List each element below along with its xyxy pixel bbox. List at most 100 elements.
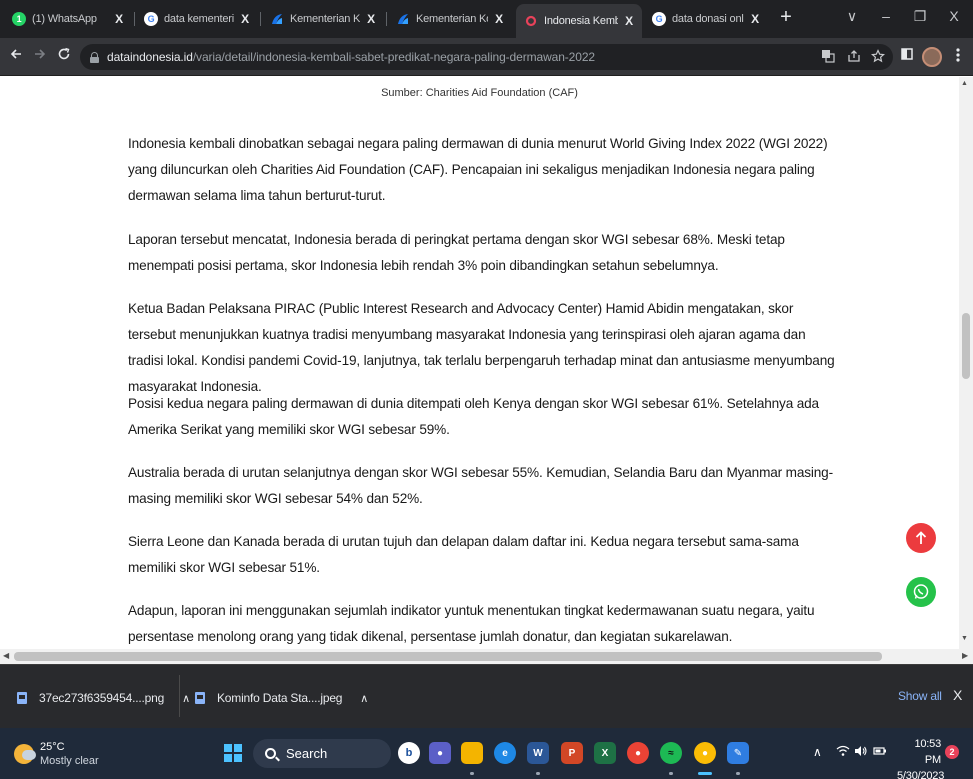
show-all-downloads-link[interactable]: Show all [898, 689, 942, 703]
spotify-icon[interactable]: ≈ [660, 742, 682, 764]
chrome-active-icon[interactable]: ● [694, 742, 716, 764]
battery-icon[interactable] [873, 745, 887, 760]
notification-badge[interactable]: 2 [945, 745, 959, 759]
close-icon[interactable]: X [364, 12, 378, 26]
tab-kominfo-1[interactable]: Kementerian Komu X [262, 6, 384, 32]
browser-toolbar: dataindonesia.id/varia/detail/indonesia-… [0, 38, 973, 76]
horizontal-scrollbar[interactable]: ◀ ▶ [0, 649, 973, 664]
windows-logo-icon [224, 744, 232, 752]
tray-overflow-chevron-icon[interactable]: ∧ [813, 745, 822, 759]
chevron-up-icon[interactable]: ∧ [360, 692, 368, 705]
kominfo-icon [396, 12, 410, 26]
restore-button[interactable]: ❐ [910, 8, 930, 25]
image-file-icon [17, 692, 27, 704]
horizontal-scroll-thumb[interactable] [14, 652, 882, 661]
scroll-right-arrow-icon[interactable]: ▶ [962, 651, 968, 660]
scroll-left-arrow-icon[interactable]: ◀ [3, 651, 9, 660]
close-icon[interactable]: X [492, 12, 506, 26]
window-close-button[interactable]: X [944, 8, 964, 24]
scroll-to-top-button[interactable] [906, 523, 936, 553]
weather-temperature: 25°C [40, 741, 65, 753]
url-host: dataindonesia.id [107, 50, 193, 64]
close-icon[interactable]: X [748, 12, 762, 26]
clock-date: 5/30/2023 [897, 770, 945, 779]
article-paragraph-7: Adapun, laporan ini menggunakan sejumlah… [128, 603, 815, 644]
active-window-indicator [698, 772, 712, 775]
tab-dataindonesia-active[interactable]: Indonesia Kembali X [516, 4, 642, 38]
download-filename: 37ec273f6359454....png [39, 691, 165, 705]
teams-chat-icon[interactable]: ● [429, 742, 451, 764]
download-item-jpeg[interactable]: Kominfo Data Sta....jpeg ∧ [195, 687, 368, 709]
windows-logo-icon [234, 744, 242, 752]
powerpoint-icon[interactable]: P [561, 742, 583, 764]
translate-icon[interactable] [820, 49, 836, 65]
download-separator [179, 675, 180, 717]
photo-editor-icon[interactable]: ✎ [727, 742, 749, 764]
tab-search-chevron-icon[interactable]: ∨ [842, 8, 862, 25]
article-paragraph-1: Indonesia kembali dinobatkan sebagai neg… [128, 136, 828, 203]
start-button[interactable] [224, 744, 242, 762]
address-bar[interactable]: dataindonesia.id/varia/detail/indonesia-… [80, 44, 893, 70]
article-paragraph-4: Posisi kedua negara paling dermawan di d… [128, 396, 819, 437]
running-indicator [536, 772, 540, 775]
tab-google-search-2[interactable]: G data donasi online X [644, 6, 768, 32]
profile-avatar[interactable] [922, 47, 942, 67]
page-content: Sumber: Charities Aid Foundation (CAF) I… [0, 77, 959, 649]
running-indicator [470, 772, 474, 775]
arrow-right-icon [35, 49, 46, 59]
tab-title: data donasi online [672, 13, 744, 25]
volume-icon[interactable] [854, 745, 868, 760]
tab-whatsapp[interactable]: 1 (1) WhatsApp X [4, 6, 132, 32]
reload-button[interactable] [54, 47, 74, 67]
tab-strip: 1 (1) WhatsApp X G data kementerian k X … [0, 0, 973, 38]
search-label: Search [286, 746, 328, 761]
vertical-scrollbar[interactable]: ▲ ▼ [959, 77, 973, 649]
image-file-icon [195, 692, 205, 704]
scroll-down-arrow-icon[interactable]: ▼ [961, 635, 968, 642]
chrome-icon[interactable]: ● [627, 742, 649, 764]
close-icon[interactable]: X [622, 14, 636, 28]
close-icon[interactable]: X [238, 12, 252, 26]
tab-separator [260, 12, 261, 26]
url-text[interactable]: dataindonesia.id/varia/detail/indonesia-… [107, 50, 595, 64]
vertical-scroll-thumb[interactable] [962, 313, 970, 379]
article-paragraph-5: Australia berada di urutan selanjutnya d… [128, 465, 833, 506]
forward-button[interactable] [30, 47, 50, 67]
tab-kominfo-2[interactable]: Kementerian Komu X [388, 6, 512, 32]
tab-title: Kementerian Komu [416, 13, 488, 25]
minimize-button[interactable]: – [876, 8, 896, 24]
tab-title: data kementerian k [164, 13, 234, 25]
arrow-left-icon [10, 49, 21, 59]
bookmark-star-icon[interactable] [870, 49, 886, 65]
download-item-png[interactable]: 37ec273f6359454....png ∧ [17, 687, 190, 709]
copilot-icon[interactable]: b [398, 742, 420, 764]
weather-widget[interactable]: 25°C Mostly clear [14, 740, 99, 768]
chevron-up-icon[interactable]: ∧ [182, 692, 190, 705]
wifi-icon[interactable] [836, 745, 850, 760]
close-icon[interactable]: X [112, 12, 126, 26]
kominfo-icon [270, 12, 284, 26]
close-downloads-button[interactable]: X [953, 687, 962, 703]
share-icon[interactable] [846, 49, 862, 65]
whatsapp-share-button[interactable] [906, 577, 936, 607]
scroll-up-arrow-icon[interactable]: ▲ [961, 80, 968, 87]
back-button[interactable] [6, 47, 26, 67]
article-paragraph-3: Ketua Badan Pelaksana PIRAC (Public Inte… [128, 301, 835, 394]
taskbar-search[interactable]: Search [253, 739, 391, 768]
weather-condition: Mostly clear [40, 755, 99, 767]
downloads-shelf: 37ec273f6359454....png ∧ Kominfo Data St… [0, 664, 973, 728]
excel-icon[interactable]: X [594, 742, 616, 764]
tab-title: Indonesia Kembali [544, 15, 618, 27]
taskbar-clock[interactable]: 10:53 PM 5/30/2023 [897, 736, 945, 779]
word-icon[interactable]: W [527, 742, 549, 764]
lock-icon[interactable] [90, 51, 99, 63]
url-path: /varia/detail/indonesia-kembali-sabet-pr… [192, 50, 595, 64]
more-menu-icon[interactable] [948, 47, 968, 66]
edge-browser-icon[interactable]: e [494, 742, 516, 764]
tab-separator [386, 12, 387, 26]
file-explorer-icon[interactable] [461, 742, 483, 764]
windows-logo-icon [234, 754, 242, 762]
tab-google-search-1[interactable]: G data kementerian k X [136, 6, 258, 32]
new-tab-button[interactable]: + [776, 7, 796, 28]
side-panel-button[interactable] [897, 47, 917, 64]
